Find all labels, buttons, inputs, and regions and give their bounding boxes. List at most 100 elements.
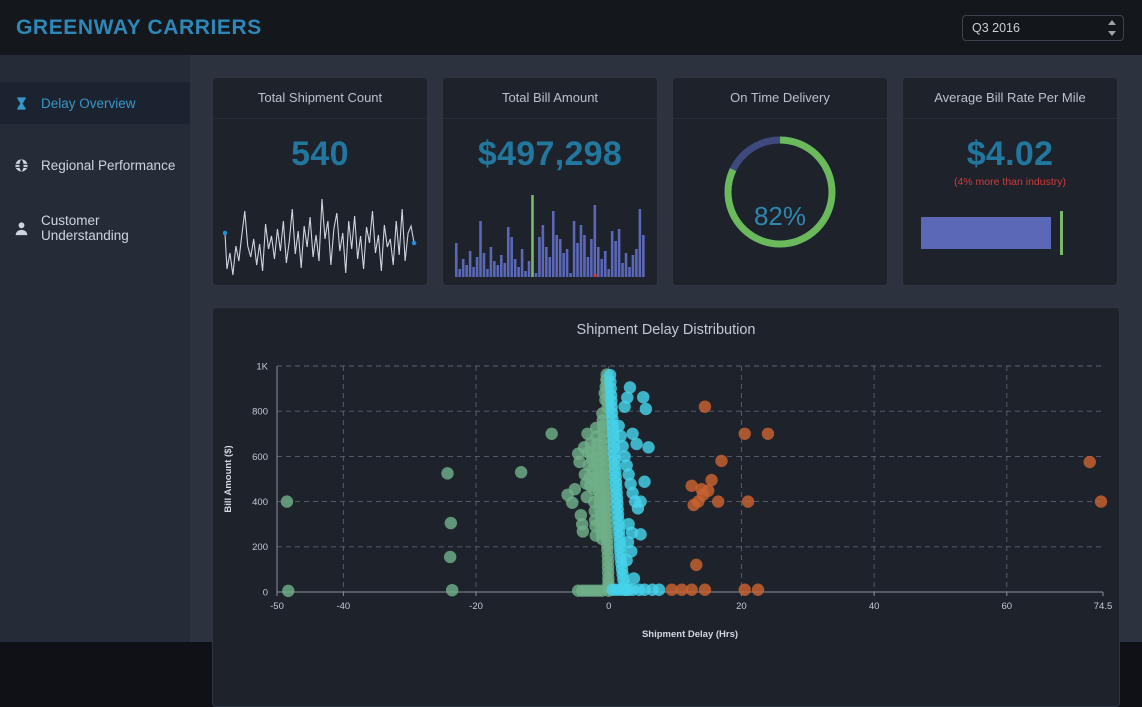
scatter-point xyxy=(690,559,702,571)
hourglass-icon xyxy=(14,96,29,111)
kpi-body: $4.02 (4% more than industry) xyxy=(903,119,1117,285)
x-tick-label: -50 xyxy=(270,601,284,612)
scatter-point xyxy=(687,499,699,511)
scatter-point xyxy=(642,441,654,453)
y-axis-title: Bill Amount ($) xyxy=(223,445,234,512)
sidebar-item-customer-understanding[interactable]: Customer Understanding xyxy=(0,207,190,249)
scatter-point xyxy=(699,400,711,412)
kpi-title: Average Bill Rate Per Mile xyxy=(903,78,1117,119)
y-tick-label: 200 xyxy=(252,542,268,553)
bullet-bar xyxy=(921,217,1051,249)
scatter-point xyxy=(1084,456,1096,468)
scatter-point xyxy=(762,428,774,440)
kpi-card-on-time-delivery[interactable]: On Time Delivery 82% xyxy=(672,77,888,286)
scatter-series-early xyxy=(281,368,615,597)
bullet-target-marker xyxy=(1060,211,1063,255)
globe-icon xyxy=(14,158,29,173)
x-tick-label: -20 xyxy=(469,601,483,612)
kpi-value: 540 xyxy=(213,135,427,174)
kpi-subtitle: (4% more than industry) xyxy=(903,176,1117,188)
kpi-value: $4.02 xyxy=(903,135,1117,174)
scatter-point xyxy=(630,438,642,450)
kpi-title: Total Shipment Count xyxy=(213,78,427,119)
y-tick-label: 800 xyxy=(252,407,268,418)
scatter-point xyxy=(638,476,650,488)
scatter-point xyxy=(282,585,294,597)
kpi-body: 82% xyxy=(673,119,887,285)
period-selector[interactable]: Q3 2016 xyxy=(962,15,1124,41)
scatter-point xyxy=(637,391,649,403)
kpi-body: $497,298 xyxy=(443,119,657,285)
kpi-value: 82% xyxy=(673,201,887,232)
scatter-point xyxy=(441,467,453,479)
kpi-card-row: Total Shipment Count 540 Total Bill Amou… xyxy=(212,77,1120,286)
x-tick-label: 60 xyxy=(1002,601,1013,612)
shipment-delay-distribution-panel: Shipment Delay Distribution 020040060080… xyxy=(212,307,1120,707)
scatter-point xyxy=(281,495,293,507)
scatter-point xyxy=(572,584,584,596)
scatter-point xyxy=(699,584,711,596)
bar-sparkline xyxy=(453,191,647,277)
person-icon xyxy=(14,221,29,236)
scatter-point xyxy=(444,551,456,563)
scatter-point xyxy=(628,572,640,584)
x-tick-label: 20 xyxy=(736,601,747,612)
sidebar-item-label: Customer Understanding xyxy=(41,213,190,243)
scatter-point xyxy=(640,403,652,415)
scatter-point xyxy=(577,525,589,537)
line-sparkline xyxy=(223,191,417,277)
y-tick-label: 1K xyxy=(256,361,268,372)
scatter-point xyxy=(705,474,717,486)
sidebar-item-label: Delay Overview xyxy=(41,96,136,111)
app-header: GREENWAY CARRIERS Q3 2016 xyxy=(0,0,1142,55)
scatter-point xyxy=(446,584,458,596)
scatter-point xyxy=(634,528,646,540)
kpi-title: On Time Delivery xyxy=(673,78,887,119)
page-title: GREENWAY CARRIERS xyxy=(16,16,262,40)
chart-title: Shipment Delay Distribution xyxy=(213,308,1119,352)
kpi-value: $497,298 xyxy=(443,135,657,174)
scatter-point xyxy=(569,483,581,495)
scatter-point xyxy=(515,466,527,478)
scatter-point xyxy=(653,584,665,596)
scatter-point xyxy=(566,497,578,509)
period-select[interactable]: Q3 2016 xyxy=(962,15,1124,41)
y-tick-label: 600 xyxy=(252,452,268,463)
scatter-point xyxy=(712,495,724,507)
scatter-point xyxy=(695,483,707,495)
x-tick-label: -40 xyxy=(336,601,350,612)
kpi-card-total-bill-amount[interactable]: Total Bill Amount $497,298 xyxy=(442,77,658,286)
y-tick-label: 400 xyxy=(252,497,268,508)
main-content: Total Shipment Count 540 Total Bill Amou… xyxy=(190,55,1142,642)
kpi-title: Total Bill Amount xyxy=(443,78,657,119)
scatter-point xyxy=(445,517,457,529)
x-axis-title: Shipment Delay (Hrs) xyxy=(642,629,738,640)
x-tick-label: 40 xyxy=(869,601,880,612)
scatter-plot[interactable]: 0 200 400 600 800 1K -50 -40 -20 0 20 40 60 74.5 Shipm… xyxy=(213,352,1119,706)
scatter-point xyxy=(620,554,632,566)
scatter-point xyxy=(618,400,630,412)
scatter-point xyxy=(676,584,688,596)
kpi-body: 540 xyxy=(213,119,427,285)
scatter-point xyxy=(752,584,764,596)
scatter-point xyxy=(1095,495,1107,507)
sidebar-item-regional-performance[interactable]: Regional Performance xyxy=(0,144,190,186)
scatter-point xyxy=(739,428,751,440)
scatter-point xyxy=(626,584,638,596)
kpi-card-total-shipment-count[interactable]: Total Shipment Count 540 xyxy=(212,77,428,286)
x-tick-label: 74.5 xyxy=(1094,601,1113,612)
scatter-point xyxy=(715,455,727,467)
donut-chart xyxy=(673,127,887,257)
sidebar-item-delay-overview[interactable]: Delay Overview xyxy=(0,82,190,124)
x-tick-label: 0 xyxy=(606,601,611,612)
scatter-point xyxy=(545,428,557,440)
sidebar: Delay Overview Regional Performance Cust… xyxy=(0,55,190,642)
scatter-point xyxy=(742,495,754,507)
y-tick-label: 0 xyxy=(263,587,268,598)
bullet-chart xyxy=(921,211,1069,255)
scatter-point xyxy=(634,495,646,507)
kpi-card-average-bill-rate-per-mile[interactable]: Average Bill Rate Per Mile $4.02 (4% mor… xyxy=(902,77,1118,286)
sidebar-item-label: Regional Performance xyxy=(41,158,175,173)
scatter-point xyxy=(739,584,751,596)
scatter-series-late xyxy=(666,400,1108,595)
